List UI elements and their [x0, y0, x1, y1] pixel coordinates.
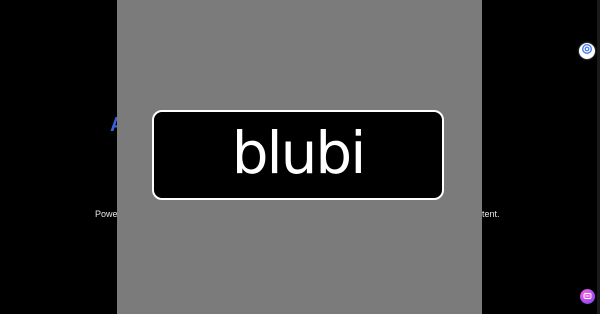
brand-logo: blubi	[231, 119, 367, 187]
assistant-button[interactable]	[579, 43, 595, 59]
background-text-fragment-right: tent.	[482, 209, 500, 219]
chat-icon	[583, 288, 592, 306]
logo-card: blubi	[152, 110, 444, 200]
chat-button[interactable]	[580, 289, 595, 304]
assistant-icon	[581, 42, 593, 60]
page: A Power tent. blubi	[0, 0, 600, 314]
